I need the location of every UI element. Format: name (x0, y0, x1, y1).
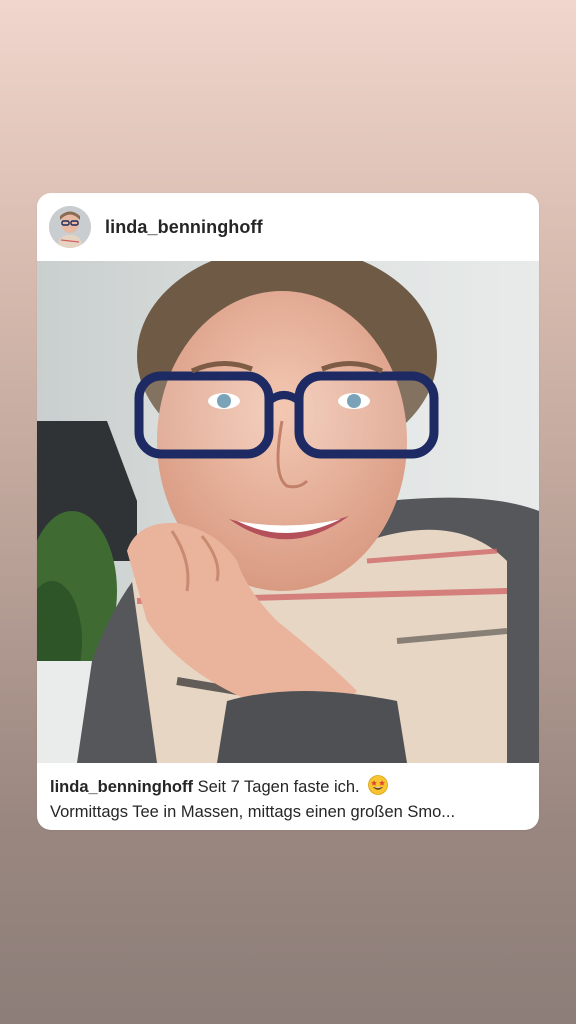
post-card[interactable]: linda_benninghoff linda_benninghoff Seit… (37, 193, 539, 830)
post-username[interactable]: linda_benninghoff (105, 217, 263, 238)
portrait-photo (37, 261, 539, 763)
caption-line-1: linda_benninghoff Seit 7 Tagen faste ich… (50, 775, 529, 801)
avatar-image (49, 206, 91, 248)
caption-text-1: Seit 7 Tagen faste ich. (197, 778, 360, 796)
caption-line-2: Vormittags Tee in Massen, mittags einen … (50, 803, 456, 821)
caption-username[interactable]: linda_benninghoff (50, 778, 193, 796)
avatar[interactable] (49, 206, 91, 248)
star-struck-emoji-icon (368, 775, 389, 801)
post-header: linda_benninghoff (37, 193, 539, 261)
post-caption[interactable]: linda_benninghoff Seit 7 Tagen faste ich… (50, 775, 529, 823)
post-photo[interactable] (37, 261, 539, 763)
